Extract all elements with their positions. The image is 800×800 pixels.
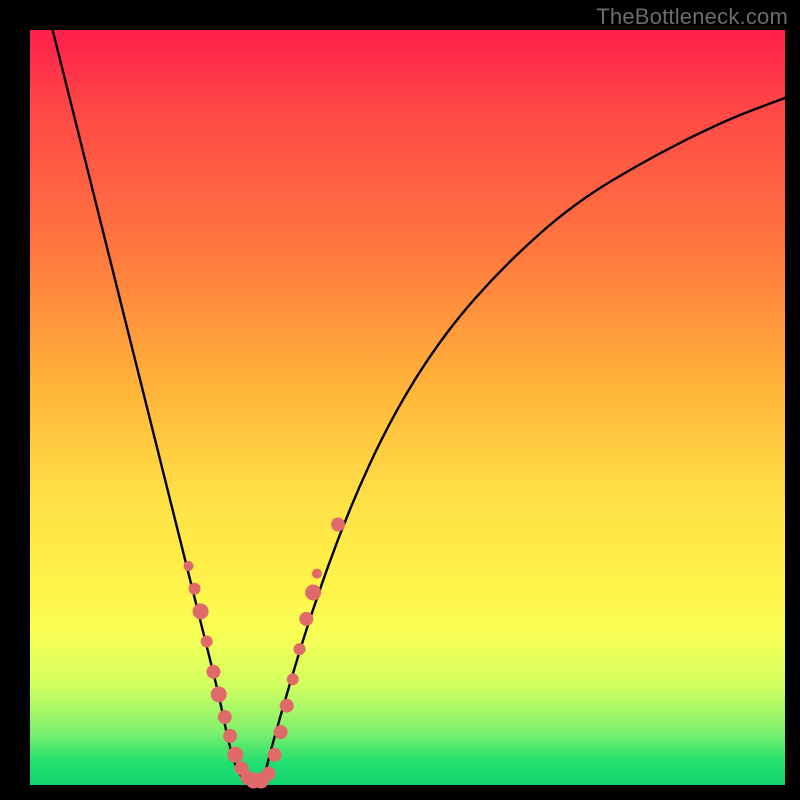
chart-frame: TheBottleneck.com — [0, 0, 800, 800]
marker-point — [305, 584, 321, 600]
marker-point — [294, 643, 306, 655]
marker-point — [193, 603, 209, 619]
marker-point — [274, 725, 288, 739]
marker-point — [262, 767, 276, 781]
marker-point — [331, 518, 345, 532]
marker-point — [218, 710, 232, 724]
marker-point — [299, 612, 313, 626]
curve-svg — [30, 30, 785, 785]
plot-area — [30, 30, 785, 785]
marker-point — [206, 665, 220, 679]
marker-point — [312, 569, 322, 579]
marker-point — [227, 747, 243, 763]
marker-point — [280, 699, 294, 713]
watermark-text: TheBottleneck.com — [596, 4, 788, 30]
marker-point — [201, 636, 213, 648]
bottleneck-curve — [53, 30, 785, 785]
marker-point — [287, 673, 299, 685]
marker-point — [189, 583, 201, 595]
marker-point — [184, 561, 194, 571]
marker-point — [268, 748, 282, 762]
marker-point — [211, 686, 227, 702]
marker-point — [223, 729, 237, 743]
